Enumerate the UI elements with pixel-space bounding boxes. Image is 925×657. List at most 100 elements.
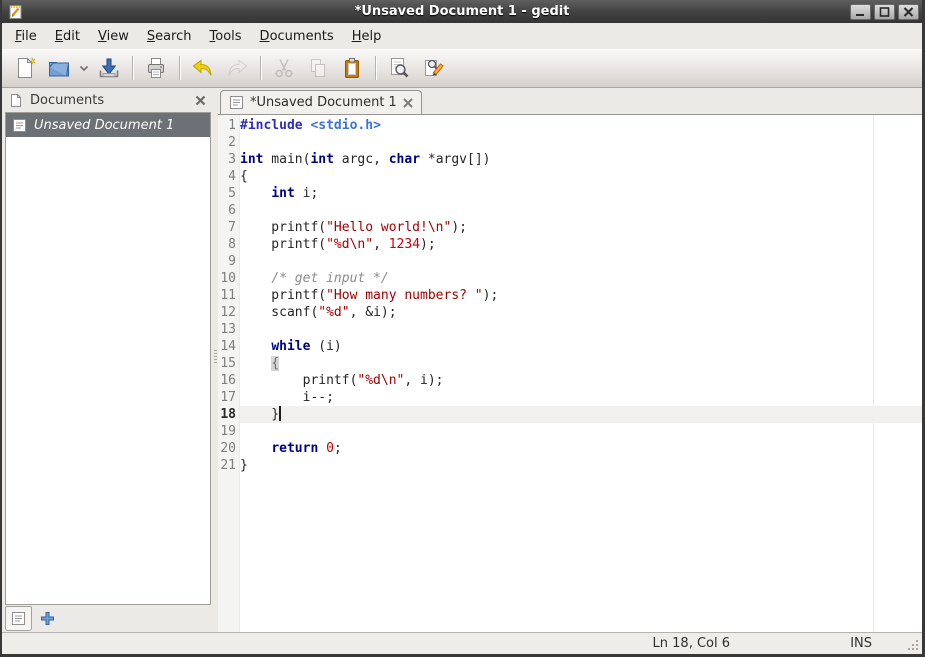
side-panel-close-icon[interactable] xyxy=(195,95,206,106)
code-area[interactable]: 1#include <stdio.h>23int main(int argc, … xyxy=(218,114,922,632)
line-number: 3 xyxy=(218,151,240,168)
code-line: 16 printf("%d\n", i); xyxy=(218,372,922,389)
code-line: 19 xyxy=(218,423,922,440)
code-text xyxy=(240,202,922,219)
toolbar-copy-button xyxy=(301,52,335,84)
line-number: 9 xyxy=(218,253,240,270)
menu-tools[interactable]: Tools xyxy=(201,26,251,47)
toolbar-replace-button[interactable] xyxy=(416,52,450,84)
code-line: 5 int i; xyxy=(218,185,922,202)
line-number: 1 xyxy=(218,117,240,134)
code-line: 20 return 0; xyxy=(218,440,922,457)
menu-help[interactable]: Help xyxy=(343,26,391,47)
titlebar: *Unsaved Document 1 - gedit xyxy=(2,0,922,23)
code-line: 3int main(int argc, char *argv[]) xyxy=(218,151,922,168)
code-line: 7 printf("Hello world!\n"); xyxy=(218,219,922,236)
menu-edit[interactable]: Edit xyxy=(46,26,89,47)
code-line: 18 } xyxy=(218,406,922,423)
line-number: 16 xyxy=(218,372,240,389)
document-list-item[interactable]: Unsaved Document 1 xyxy=(6,113,210,137)
find-replace-icon xyxy=(421,56,445,80)
plus-icon xyxy=(40,611,55,626)
line-number: 6 xyxy=(218,202,240,219)
gedit-window: *Unsaved Document 1 - gedit FileEditView… xyxy=(0,0,925,657)
side-panel: Documents Unsaved Document 1 xyxy=(2,88,213,632)
code-line: 13 xyxy=(218,321,922,338)
print-icon xyxy=(144,56,168,80)
line-number: 11 xyxy=(218,287,240,304)
line-number: 13 xyxy=(218,321,240,338)
line-number: 15 xyxy=(218,355,240,372)
code-line: 12 scanf("%d", &i); xyxy=(218,304,922,321)
menu-documents[interactable]: Documents xyxy=(251,26,343,47)
toolbar-paste-button[interactable] xyxy=(335,52,369,84)
resize-grip[interactable] xyxy=(907,639,920,652)
code-text: printf("How many numbers? "); xyxy=(240,287,922,304)
toolbar-undo-button[interactable] xyxy=(186,52,220,84)
code-text: printf("Hello world!\n"); xyxy=(240,219,922,236)
maximize-button[interactable] xyxy=(874,4,895,20)
toolbar-cut-button xyxy=(267,52,301,84)
code-line: 4{ xyxy=(218,168,922,185)
close-button[interactable] xyxy=(898,4,919,20)
toolbar xyxy=(2,49,922,88)
minimize-button[interactable] xyxy=(850,4,871,20)
toolbar-open-recent-button[interactable] xyxy=(76,52,92,84)
document-list-item-label: Unsaved Document 1 xyxy=(34,118,174,133)
cursor-position: Ln 18, Col 6 xyxy=(653,636,730,651)
menu-search[interactable]: Search xyxy=(138,26,201,47)
tab-label: *Unsaved Document 1 xyxy=(250,95,397,110)
toolbar-new-button[interactable] xyxy=(8,52,42,84)
code-text: i--; xyxy=(240,389,922,406)
line-number: 12 xyxy=(218,304,240,321)
code-line: 11 printf("How many numbers? "); xyxy=(218,287,922,304)
toolbar-redo-button xyxy=(220,52,254,84)
documents-panel-tab[interactable] xyxy=(5,606,32,631)
code-text: } xyxy=(240,406,922,423)
toolbar-save-button[interactable] xyxy=(92,52,126,84)
toolbar-separator xyxy=(260,56,261,80)
code-text: { xyxy=(240,355,922,372)
side-panel-title: Documents xyxy=(30,93,188,108)
code-text xyxy=(240,321,922,338)
menubar: FileEditViewSearchToolsDocumentsHelp xyxy=(2,23,922,49)
toolbar-print-button[interactable] xyxy=(139,52,173,84)
code-lines: 1#include <stdio.h>23int main(int argc, … xyxy=(218,115,922,474)
menu-view[interactable]: View xyxy=(89,26,138,47)
toolbar-open-button[interactable] xyxy=(42,52,76,84)
document-tab[interactable]: *Unsaved Document 1 xyxy=(220,90,422,114)
code-line: 1#include <stdio.h> xyxy=(218,117,922,134)
toolbar-find-button[interactable] xyxy=(382,52,416,84)
code-text xyxy=(240,423,922,440)
line-number: 5 xyxy=(218,185,240,202)
line-number: 14 xyxy=(218,338,240,355)
undo-icon xyxy=(191,56,215,80)
code-text: printf("%d\n", 1234); xyxy=(240,236,922,253)
cut-icon xyxy=(272,56,296,80)
code-line: 9 xyxy=(218,253,922,270)
open-folder-icon xyxy=(47,56,71,80)
statusbar: Ln 18, Col 6 INS xyxy=(2,632,922,654)
code-text: } xyxy=(240,457,922,474)
insert-mode-indicator: INS xyxy=(850,636,872,651)
code-line: 14 while (i) xyxy=(218,338,922,355)
menu-file[interactable]: File xyxy=(6,26,46,47)
code-text: int main(int argc, char *argv[]) xyxy=(240,151,922,168)
code-text: return 0; xyxy=(240,440,922,457)
code-line: 8 printf("%d\n", 1234); xyxy=(218,236,922,253)
add-panel-tab[interactable] xyxy=(34,606,61,631)
document-icon xyxy=(12,118,27,133)
line-number: 10 xyxy=(218,270,240,287)
documents-list: Unsaved Document 1 xyxy=(5,112,211,605)
text-cursor xyxy=(279,406,281,421)
window-title: *Unsaved Document 1 - gedit xyxy=(2,4,922,19)
tab-close-icon[interactable] xyxy=(403,98,413,108)
splitter-grip-icon xyxy=(214,350,217,363)
toolbar-separator xyxy=(375,56,376,80)
code-line: 17 i--; xyxy=(218,389,922,406)
paste-icon xyxy=(340,56,364,80)
side-panel-header: Documents xyxy=(2,88,213,112)
line-number: 21 xyxy=(218,457,240,474)
main-area: Documents Unsaved Document 1 *Unsaved Do… xyxy=(2,88,922,632)
line-number: 18 xyxy=(218,406,240,423)
